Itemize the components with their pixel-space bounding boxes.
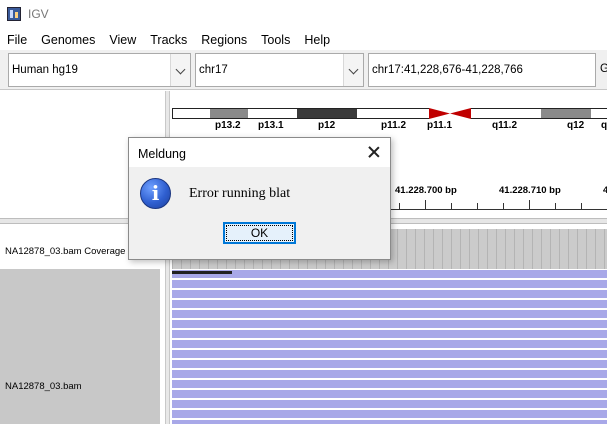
menu-genomes[interactable]: Genomes: [34, 33, 102, 47]
chromosome-select[interactable]: chr17: [195, 53, 364, 87]
chromosome-ideogram[interactable]: [172, 108, 607, 119]
band-label: q12: [567, 120, 585, 131]
coverage-track-label[interactable]: NA12878_03.bam Coverage: [5, 246, 133, 257]
alignment-track-name-area[interactable]: [0, 269, 160, 424]
genome-select[interactable]: Human hg19: [8, 53, 191, 87]
menu-bar: File Genomes View Tracks Regions Tools H…: [0, 29, 607, 50]
close-icon[interactable]: [366, 144, 382, 160]
window-titlebar: IGV: [0, 0, 607, 28]
chevron-down-icon[interactable]: [170, 54, 190, 86]
ideogram-band: [297, 108, 357, 119]
message-dialog: Meldung i Error running blat OK: [128, 137, 391, 260]
ruler-tick: [425, 200, 426, 209]
info-icon: i: [140, 178, 171, 209]
igv-app-icon: [7, 7, 21, 21]
dialog-title: Meldung: [138, 147, 186, 161]
dialog-titlebar[interactable]: Meldung: [129, 138, 390, 167]
menu-view[interactable]: View: [102, 33, 143, 47]
ideogram-band: [591, 108, 607, 119]
dialog-message: Error running blat: [189, 186, 291, 201]
ruler-tick: [581, 203, 582, 209]
centromere-marker: [429, 108, 471, 119]
ruler-label: 4: [603, 185, 607, 196]
band-label: p13.2: [215, 120, 241, 131]
band-label: q11.2: [492, 120, 518, 131]
menu-help[interactable]: Help: [297, 33, 337, 47]
band-label: q: [601, 120, 607, 131]
locus-input-value: chr17:41,228,676-41,228,766: [372, 64, 523, 76]
window-title: IGV: [28, 7, 49, 21]
alignment-track-label[interactable]: NA12878_03.bam: [5, 381, 82, 392]
band-label: p13.1: [258, 120, 284, 131]
ruler-tick: [503, 203, 504, 209]
alignment-reads[interactable]: [172, 270, 607, 424]
locus-input[interactable]: chr17:41,228,676-41,228,766: [368, 53, 596, 87]
ruler-tick: [529, 200, 530, 209]
chromosome-select-value: chr17: [199, 64, 228, 76]
ruler-label: 41.228.710 bp: [499, 185, 561, 196]
read-highlight: [172, 271, 232, 274]
band-label: p12: [318, 120, 336, 131]
ruler-tick: [451, 203, 452, 209]
ideogram-band: [172, 108, 210, 119]
band-label: p11.1: [427, 120, 453, 131]
genome-select-value: Human hg19: [12, 64, 78, 76]
go-button[interactable]: G: [600, 63, 607, 75]
ruler-label: 41.228.700 bp: [395, 185, 457, 196]
ruler-tick: [555, 203, 556, 209]
ideogram-band: [471, 108, 541, 119]
menu-file[interactable]: File: [0, 33, 34, 47]
ruler-tick: [399, 203, 400, 209]
ruler-tick: [477, 203, 478, 209]
menu-tools[interactable]: Tools: [254, 33, 297, 47]
ideogram-band: [357, 108, 429, 119]
menu-tracks[interactable]: Tracks: [143, 33, 194, 47]
menu-regions[interactable]: Regions: [194, 33, 254, 47]
band-label: p11.2: [381, 120, 407, 131]
ideogram-band: [248, 108, 297, 119]
toolbar: Human hg19 chr17 chr17:41,228,676-41,228…: [0, 50, 607, 90]
chevron-down-icon[interactable]: [343, 54, 363, 86]
ideogram-band: [541, 108, 591, 119]
ok-button-label: OK: [250, 226, 269, 240]
ok-button[interactable]: OK: [223, 222, 296, 244]
ideogram-band: [210, 108, 248, 119]
